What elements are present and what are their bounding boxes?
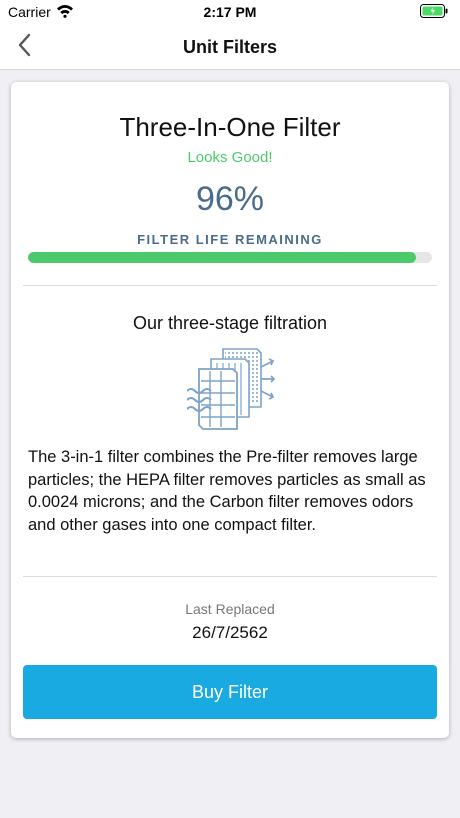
filter-life-progress-fill	[28, 252, 416, 263]
last-replaced-date: 26/7/2562	[192, 623, 268, 642]
filtration-heading: Our three-stage filtration	[132, 313, 328, 333]
divider	[23, 285, 437, 286]
last-replaced-label: Last Replaced	[185, 601, 275, 617]
status-bar: Carrier 2:17 PM	[0, 0, 460, 24]
filter-stages-icon	[186, 347, 277, 433]
page-title: Unit Filters	[182, 37, 277, 57]
filter-card: Three-In-One Filter Looks Good! 96% FILT…	[11, 82, 449, 738]
clock: 2:17 PM	[203, 4, 257, 20]
filtration-description: The 3-in-1 filter combines the Pre-filte…	[28, 448, 426, 534]
buy-filter-label: Buy Filter	[191, 681, 269, 702]
battery-icon	[420, 4, 448, 23]
filter-life-label: FILTER LIFE REMAINING	[137, 232, 323, 247]
buy-filter-button[interactable]: Buy Filter	[23, 665, 437, 719]
filter-life-progress	[28, 252, 432, 263]
nav-bar: Unit Filters	[0, 24, 460, 70]
filter-status: Looks Good!	[187, 149, 273, 166]
filter-life-percent: 96%	[195, 180, 265, 218]
divider	[23, 576, 437, 577]
filter-name: Three-In-One Filter	[119, 112, 341, 142]
